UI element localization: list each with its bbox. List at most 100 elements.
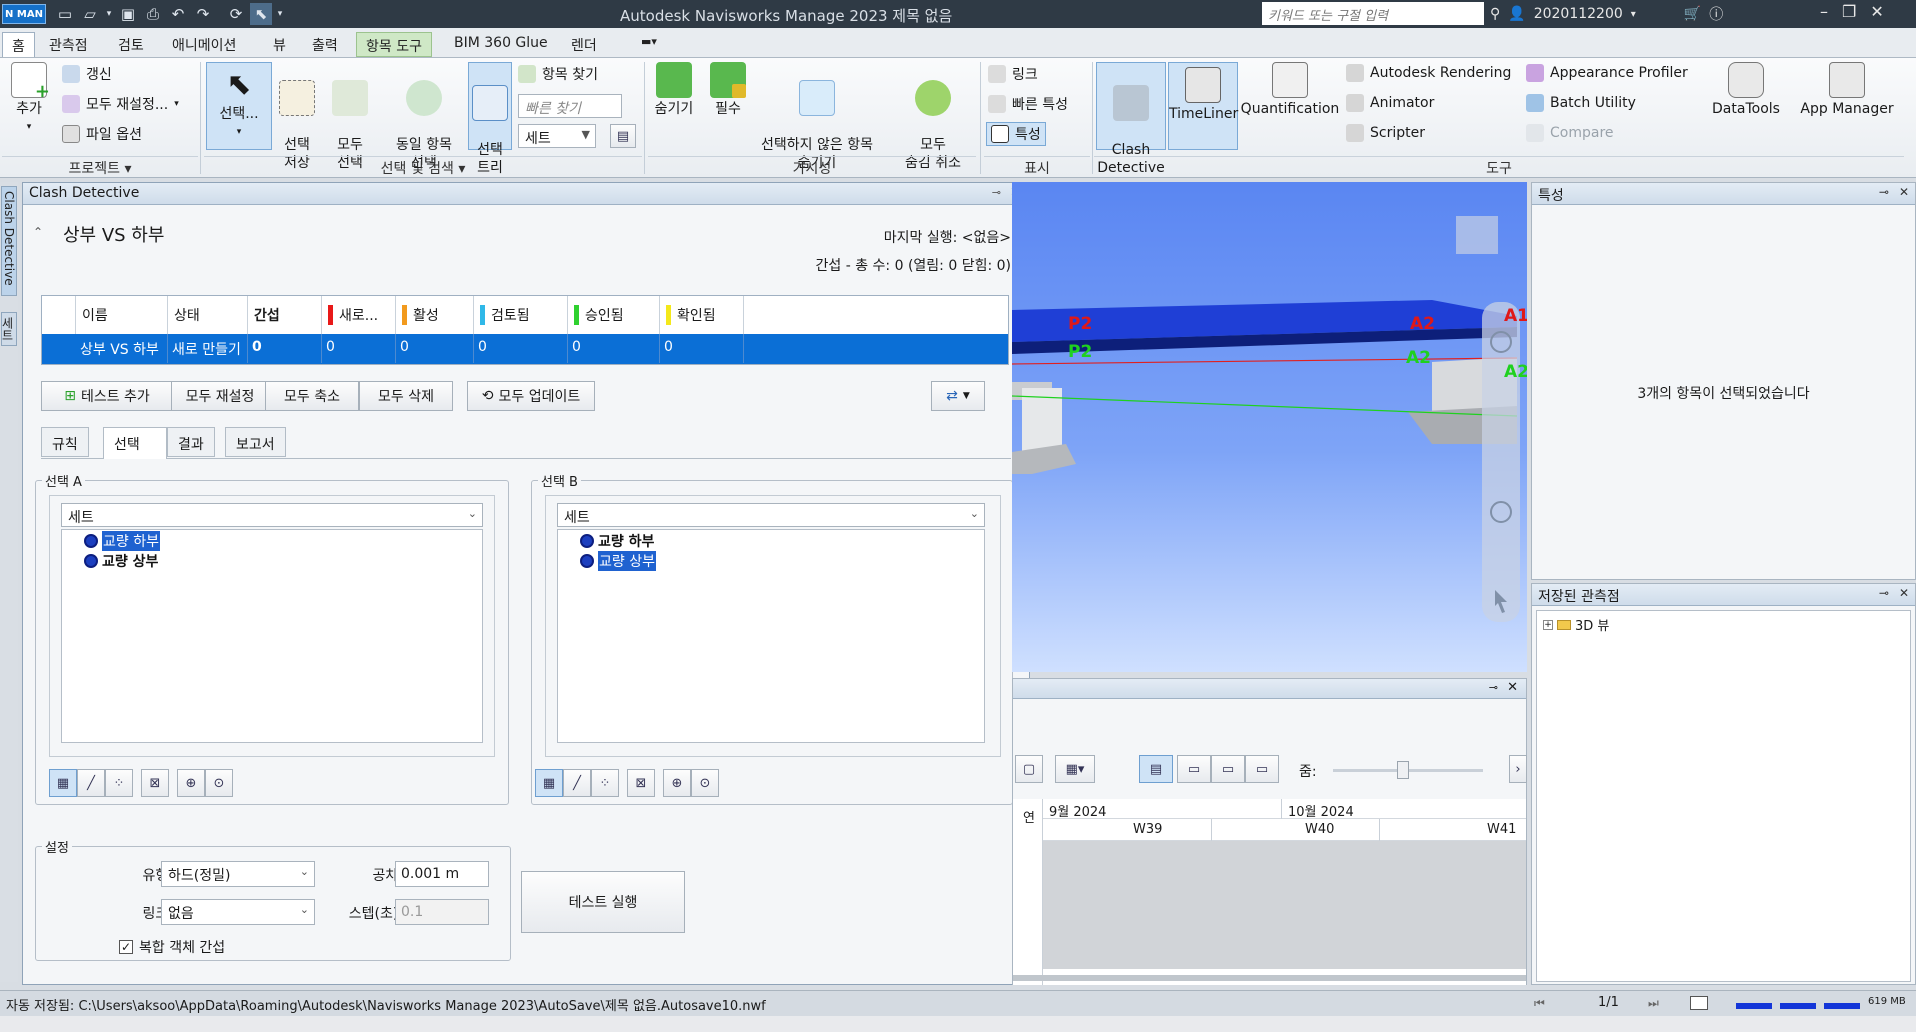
zoom-slider-thumb[interactable] <box>1397 761 1409 779</box>
properties-button[interactable]: 특성 <box>986 122 1046 146</box>
viewpoint-tree[interactable]: + 3D 뷰 <box>1536 610 1911 982</box>
selection-a-sets-dropdown[interactable]: 세트 ⌄ <box>61 503 483 527</box>
tab-select[interactable]: 선택 <box>103 427 167 459</box>
reset-all-button[interactable]: 모두 재설정 <box>171 381 269 411</box>
tab-animation[interactable]: 애니메이션 <box>163 32 245 57</box>
last-page-icon[interactable]: ⏭ <box>1648 996 1659 1011</box>
grid-header-new[interactable]: 새로... <box>322 296 396 334</box>
user-name[interactable]: 2020112200 <box>1534 6 1623 22</box>
refresh-button[interactable]: 갱신 <box>62 64 112 84</box>
tab-report[interactable]: 보고서 <box>225 427 286 457</box>
lines-icon[interactable]: ╱ <box>563 769 591 797</box>
use-current-selection-icon[interactable]: ⊕ <box>663 769 691 797</box>
datatools-button[interactable]: DataTools <box>1706 62 1786 118</box>
select-in-scene-icon[interactable]: ⊙ <box>205 769 233 797</box>
composite-clash-checkbox[interactable]: ✓ 복합 객체 간섭 <box>119 937 225 957</box>
chevron-down-icon[interactable]: ▾ <box>1631 9 1636 20</box>
selection-b-tree[interactable]: 교량 하부 교량 상부 <box>557 529 985 743</box>
chevron-down-icon[interactable]: ▾ <box>104 3 114 25</box>
add-test-button[interactable]: ⊞ 테스트 추가 <box>41 381 173 411</box>
list-item[interactable]: + 3D 뷰 <box>1543 615 1609 634</box>
run-test-button[interactable]: 테스트 실행 <box>521 871 685 933</box>
find-items-button[interactable]: 항목 찾기 <box>518 64 598 84</box>
type-dropdown[interactable]: 하드(정밀) ⌄ <box>161 861 315 887</box>
search-input[interactable]: 키워드 또는 구절 입력 <box>1262 2 1484 25</box>
app-manager-button[interactable]: App Manager <box>1790 62 1904 118</box>
required-button[interactable]: 필수 <box>706 62 750 118</box>
grid-header-status[interactable]: 상태 <box>168 296 248 334</box>
quick-properties-button[interactable]: 빠른 특성 <box>988 94 1068 114</box>
refresh-icon[interactable]: ⟳ <box>225 3 247 25</box>
group-label-project[interactable]: 프로젝트 ▾ <box>2 156 198 177</box>
help-icon[interactable]: ⓘ <box>1709 4 1723 24</box>
grid-header-clashes[interactable]: 간섭 <box>248 296 322 334</box>
hide-button[interactable]: 숨기기 <box>650 62 698 118</box>
tab-item-tools[interactable]: 항목 도구 <box>356 32 432 57</box>
select-in-scene-icon[interactable]: ⊙ <box>691 769 719 797</box>
points-icon[interactable]: ⁘ <box>105 769 133 797</box>
reset-all-dropdown[interactable]: 모두 재설정... ▾ <box>62 94 179 114</box>
new-file-icon[interactable]: ▭ <box>54 3 76 25</box>
binoculars-icon[interactable]: ⚲ <box>1490 6 1500 22</box>
navigation-bar[interactable] <box>1482 302 1520 622</box>
quick-find-input[interactable]: 빠른 찾기 <box>518 94 622 118</box>
cart-icon[interactable]: 🛒 <box>1684 6 1701 22</box>
import-export-dropdown[interactable]: ⇄ ▼ <box>931 381 985 411</box>
list-item[interactable]: 교량 상부 <box>84 552 158 570</box>
select-cursor-icon[interactable]: ⬉ <box>250 3 272 25</box>
tab-bim360[interactable]: BIM 360 Glue <box>445 32 557 57</box>
grid-header-reviewed[interactable]: 검토됨 <box>474 296 568 334</box>
tab-review[interactable]: 검토 <box>109 32 153 57</box>
cell-status[interactable]: 새로 만들기 <box>168 334 248 363</box>
compact-all-button[interactable]: 모두 축소 <box>265 381 359 411</box>
file-options-button[interactable]: 파일 옵션 <box>62 124 142 144</box>
group-label-select[interactable]: 선택 및 검색 ▾ <box>204 156 642 177</box>
link-dropdown[interactable]: 없음 ⌄ <box>161 899 315 925</box>
grid-header-name[interactable]: 이름 <box>76 296 168 334</box>
checkbox-checked-icon[interactable]: ✓ <box>119 940 133 954</box>
surfaces-icon[interactable]: ▦ <box>49 769 77 797</box>
self-intersect-icon[interactable]: ⊠ <box>627 769 655 797</box>
update-all-button[interactable]: ⟲ 모두 업데이트 <box>467 381 595 411</box>
gantt-planned-icon[interactable]: ▭ <box>1177 755 1211 783</box>
timeliner-button[interactable]: TimeLiner <box>1168 62 1238 150</box>
pin-icon[interactable]: ⊸ <box>992 186 1001 199</box>
tab-output[interactable]: 출력 <box>303 32 347 57</box>
app-logo[interactable]: N MAN <box>2 4 46 24</box>
batch-utility-button[interactable]: Batch Utility <box>1526 94 1636 112</box>
restore-icon[interactable]: ❐ <box>1842 2 1856 21</box>
print-icon[interactable]: ⎙ <box>142 3 164 25</box>
3d-viewport[interactable]: P2 A2 A1 P2 A2 A2 <box>1012 182 1527 672</box>
add-button[interactable]: + 추가 ▾ <box>6 62 52 136</box>
grid-header-approved[interactable]: 승인됨 <box>568 296 660 334</box>
animator-button[interactable]: Animator <box>1346 94 1434 112</box>
select-button[interactable]: ⬉ 선택... ▾ <box>206 62 272 150</box>
open-folder-icon[interactable]: ▱ <box>79 3 101 25</box>
pin-icon[interactable]: ⊸ <box>1879 586 1889 600</box>
tab-view[interactable]: 뷰 <box>264 32 295 57</box>
tab-render[interactable]: 렌더 <box>562 32 606 57</box>
comment-icon[interactable]: ▢ <box>1015 755 1043 783</box>
selection-tree-button[interactable]: 선택 트리 <box>468 62 512 176</box>
undo-icon[interactable]: ↶ <box>167 3 189 25</box>
points-icon[interactable]: ⁘ <box>591 769 619 797</box>
links-button[interactable]: 링크 <box>988 64 1038 84</box>
self-intersect-icon[interactable]: ⊠ <box>141 769 169 797</box>
scroll-right-icon[interactable]: › <box>1509 755 1527 783</box>
manage-sets-icon[interactable]: ▤ <box>610 124 636 148</box>
collapse-chevron-icon[interactable]: ⌃ <box>33 225 43 239</box>
close-icon[interactable]: ✕ <box>1899 586 1909 600</box>
minimize-icon[interactable]: – <box>1820 2 1828 21</box>
tab-extra-icon[interactable]: ▬▾ <box>632 32 666 57</box>
surfaces-icon[interactable]: ▦ <box>535 769 563 797</box>
gantt-scrollbar[interactable] <box>1013 975 1526 981</box>
pin-icon[interactable]: ⊸ <box>1879 185 1889 199</box>
side-tab-clash-detective[interactable]: Clash Detective <box>1 186 17 296</box>
columns-dropdown-icon[interactable]: ▦▾ <box>1055 755 1095 783</box>
list-item[interactable]: 교량 하부 <box>84 531 160 551</box>
pin-icon[interactable]: ⊸ <box>1489 681 1498 694</box>
list-item[interactable]: 교량 상부 <box>580 551 656 571</box>
side-tab-sets[interactable]: 세트 <box>0 312 17 346</box>
redo-icon[interactable]: ↷ <box>192 3 214 25</box>
expand-plus-icon[interactable]: + <box>1543 619 1553 630</box>
